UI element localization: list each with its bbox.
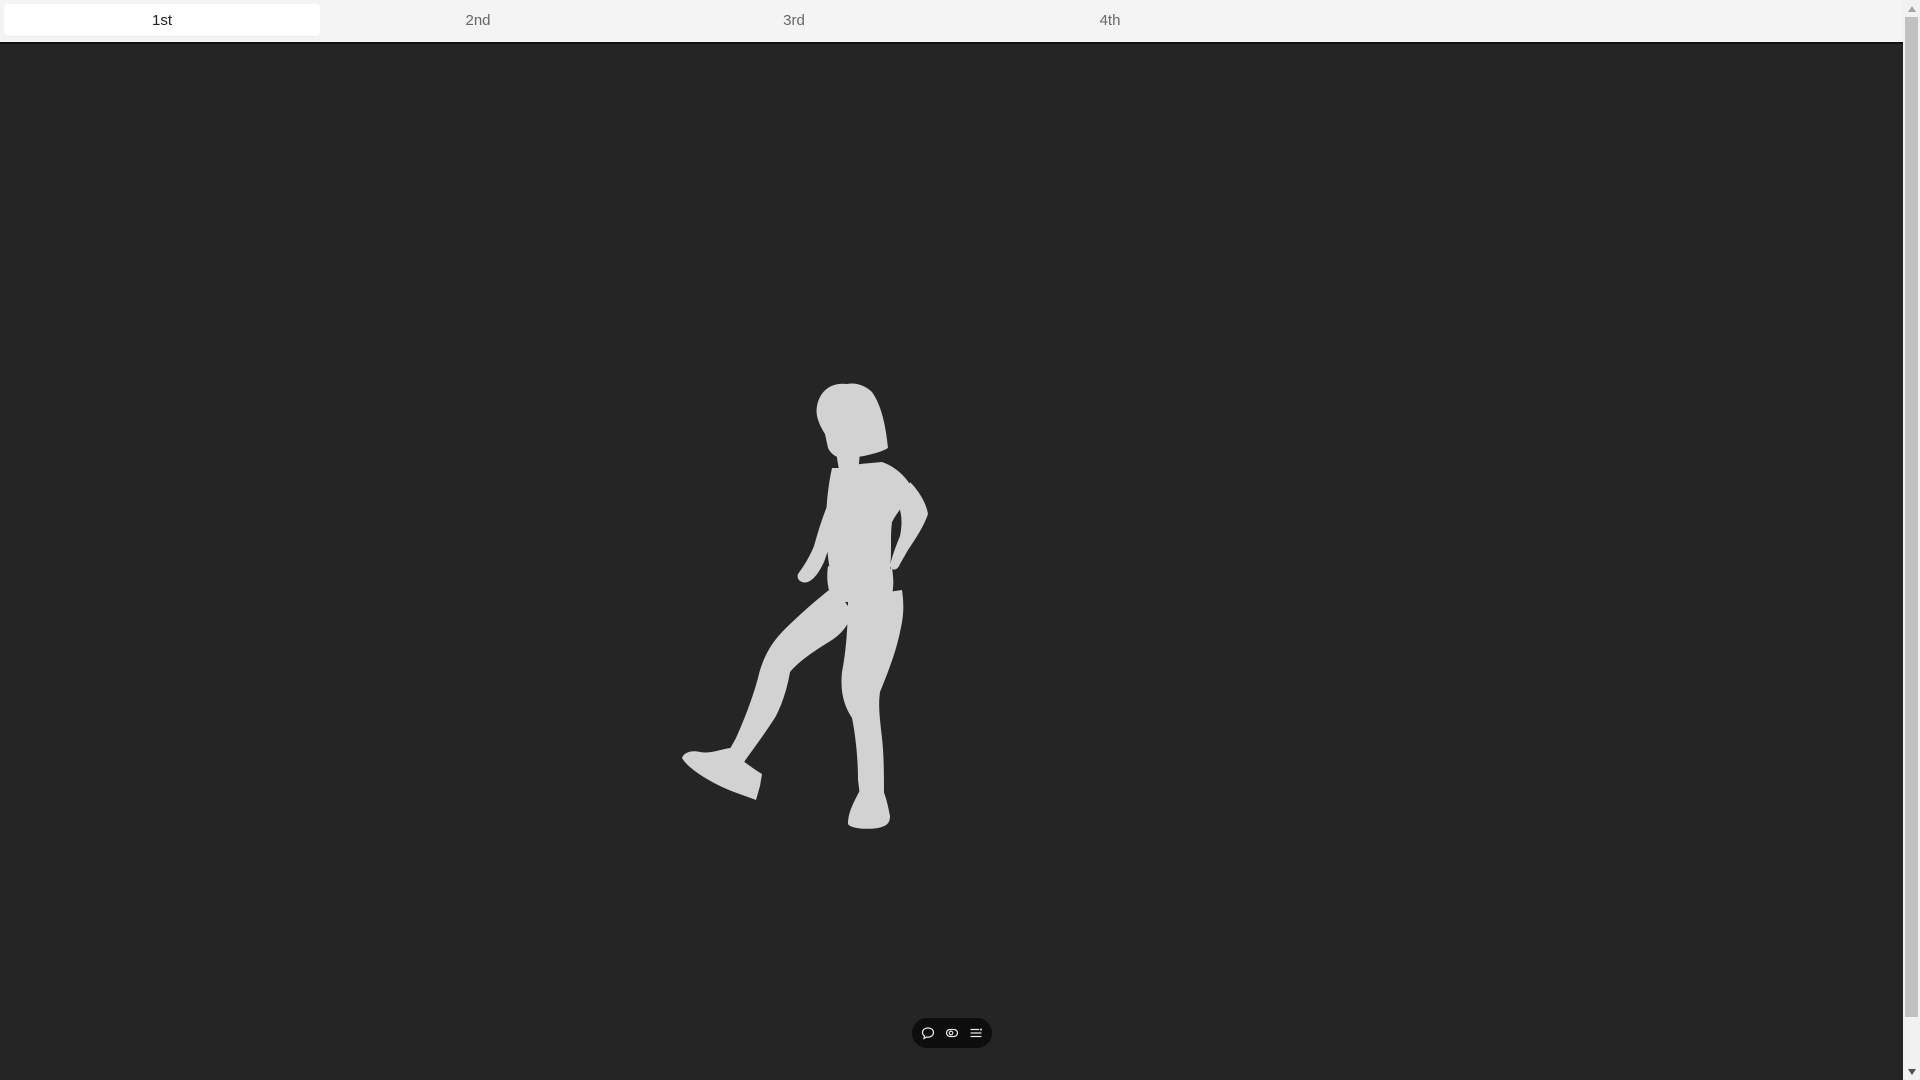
chat-bubble-icon[interactable] (920, 1025, 936, 1041)
app-page: 1st 2nd 3rd 4th (0, 0, 1920, 1080)
list-settings-icon[interactable] (968, 1025, 984, 1041)
tab-2nd[interactable]: 2nd (320, 4, 636, 36)
3d-viewport[interactable] (0, 46, 1903, 1080)
eye-toggle-icon[interactable] (944, 1025, 960, 1041)
scrollbar-thumb[interactable] (1905, 17, 1918, 1017)
scroll-up-arrow-icon[interactable] (1903, 0, 1920, 17)
scroll-down-arrow-icon[interactable] (1903, 1063, 1920, 1080)
character-model[interactable] (620, 376, 1000, 936)
tab-3rd[interactable]: 3rd (636, 4, 952, 36)
tab-bar: 1st 2nd 3rd 4th (0, 0, 1903, 44)
tab-1st[interactable]: 1st (4, 4, 320, 36)
tab-4th[interactable]: 4th (952, 4, 1268, 36)
bottom-toolbar (912, 1018, 992, 1048)
vertical-scrollbar[interactable] (1903, 0, 1920, 1080)
tab-list: 1st 2nd 3rd 4th (4, 4, 1268, 36)
